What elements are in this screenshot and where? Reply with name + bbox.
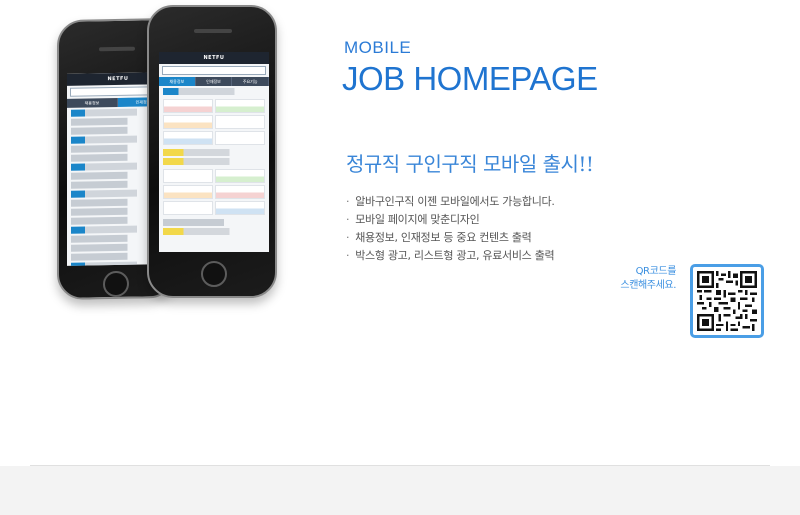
page-title: JOB HOMEPAGE (342, 60, 598, 97)
screen-ad-box (215, 169, 265, 183)
list-item: · 박스형 광고, 리스트형 광고, 유료서비스 출력 (346, 247, 555, 265)
screen-tabs: 채용정보 인재정보 주요기능 (159, 77, 269, 86)
feature-list: · 알바구인구직 이젠 모바일에서도 가능합니다. · 모바일 페이지에 맞춘디자인… (346, 193, 555, 265)
list-item: · 알바구인구직 이젠 모바일에서도 가능합니다. (346, 193, 555, 211)
bullet-icon: · (346, 231, 350, 244)
feature-text: 알바구인구직 이젠 모바일에서도 가능합니다. (355, 195, 555, 208)
screen-tab: 채용정보 (159, 77, 196, 86)
front-phone: NETFU 채용정보 인재정보 주요기능 (147, 5, 277, 298)
footer-band (0, 466, 800, 515)
screen-ad-box (215, 115, 265, 129)
feature-text: 채용정보, 인재정보 등 중요 컨텐츠 출력 (355, 231, 532, 244)
screen-tab: 인재정보 (195, 77, 233, 86)
screen-ad-box (163, 99, 213, 113)
feature-text: 박스형 광고, 리스트형 광고, 유료서비스 출력 (355, 249, 555, 262)
mobile-promo-page: NETFU 채용정보 인재정보 NETFU 채용정보 인재정보 주요기능 MOB… (0, 0, 800, 515)
bullet-icon: · (346, 195, 350, 208)
qr-caption-line: QR코드를 (635, 266, 677, 277)
screen-ad-box (163, 201, 213, 215)
screen-ad-box (215, 201, 265, 215)
screen-tab: 채용정보 (67, 97, 118, 108)
list-item: · 채용정보, 인재정보 등 중요 컨텐츠 출력 (346, 229, 555, 247)
release-headline: 정규직 구인구직 모바일 출시!! (346, 152, 594, 176)
feature-text: 모바일 페이지에 맞춘디자인 (355, 213, 480, 226)
screen-logo: NETFU (107, 75, 129, 83)
screen-ad-box (215, 131, 265, 145)
front-phone-screen: NETFU 채용정보 인재정보 주요기능 (159, 52, 269, 252)
phone-mockups-image: NETFU 채용정보 인재정보 NETFU 채용정보 인재정보 주요기능 (55, 5, 285, 335)
screen-search-bar (162, 66, 266, 75)
screen-ad-box (215, 99, 265, 113)
home-button-icon (201, 261, 227, 287)
eyebrow-label: MOBILE (344, 38, 412, 57)
screen-ad-box (163, 185, 213, 199)
home-button-icon (103, 270, 129, 298)
qr-code-graphic (697, 271, 757, 331)
screen-header: NETFU (159, 52, 269, 64)
screen-ad-box (163, 169, 213, 183)
screen-list-row (163, 219, 265, 226)
phone-speaker (99, 46, 135, 52)
screen-ad-grid (159, 97, 269, 147)
screen-list-row (163, 158, 265, 165)
screen-ad-box (163, 131, 213, 145)
bullet-icon: · (346, 213, 350, 226)
screen-ad-box (163, 115, 213, 129)
screen-logo: NETFU (203, 55, 225, 61)
screen-list-row (163, 88, 265, 95)
phone-speaker (194, 29, 232, 33)
screen-list-row (163, 149, 265, 156)
screen-ad-box (215, 185, 265, 199)
screen-list-row (163, 228, 265, 235)
qr-caption: QR코드를 스캔해주세요. (620, 265, 676, 293)
list-item: · 모바일 페이지에 맞춘디자인 (346, 211, 555, 229)
screen-tab: 주요기능 (232, 77, 269, 86)
qr-caption-line: 스캔해주세요. (620, 280, 676, 291)
bullet-icon: · (346, 249, 350, 262)
screen-ad-grid (159, 167, 269, 217)
qr-code-icon[interactable] (690, 264, 764, 338)
